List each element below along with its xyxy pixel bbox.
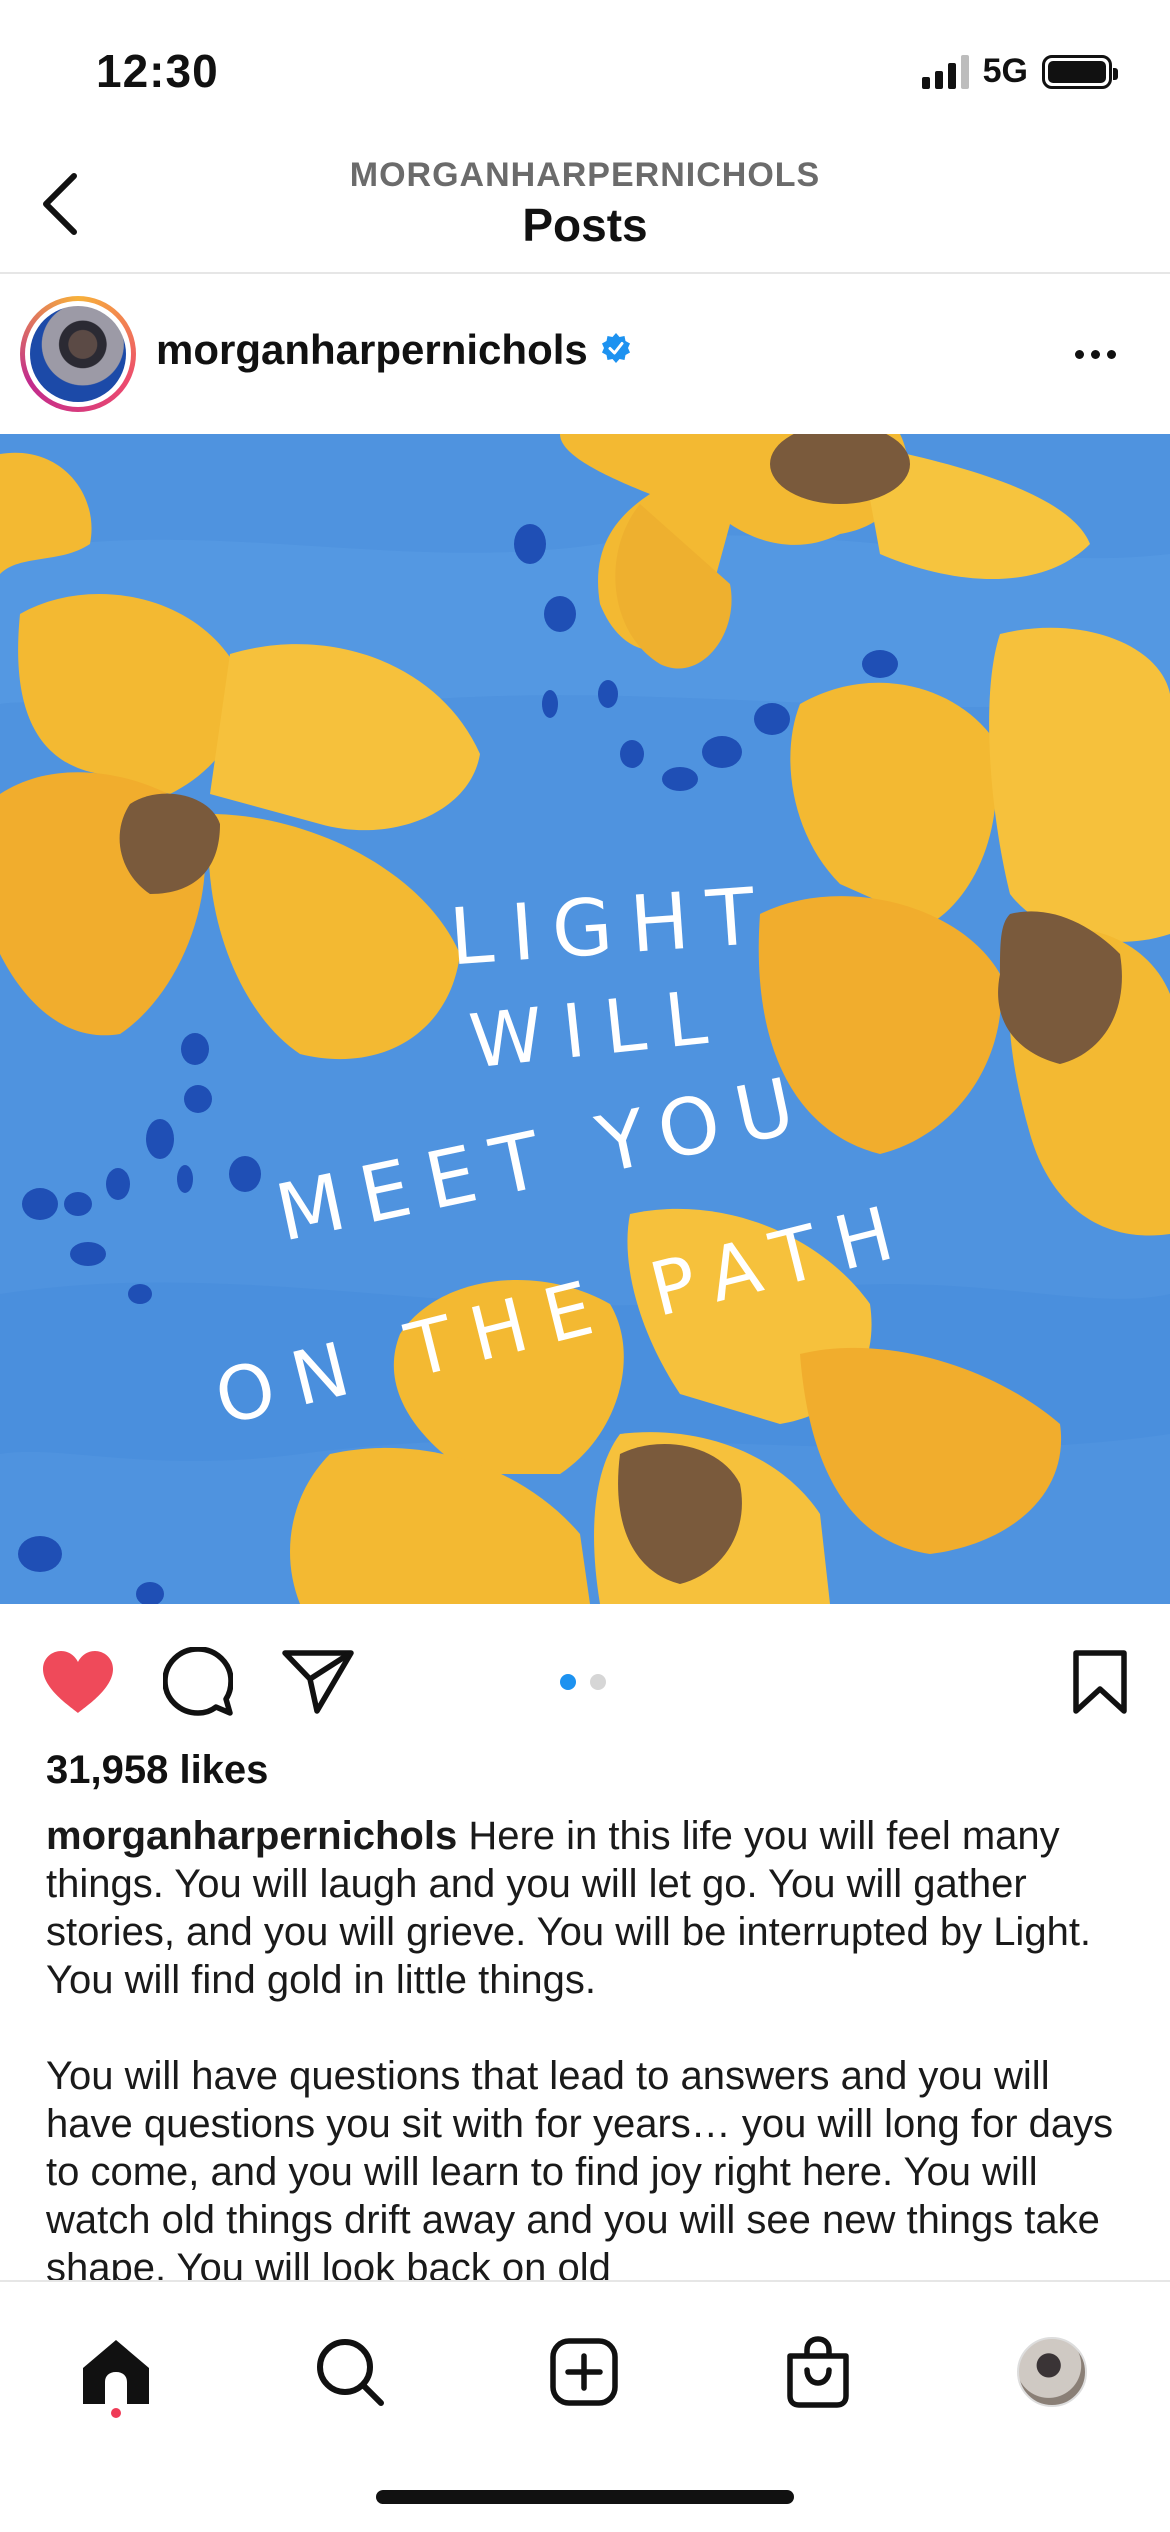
share-button[interactable] (278, 1642, 358, 1722)
status-bar: 12:30 5G (0, 0, 1170, 140)
save-button[interactable] (1060, 1642, 1140, 1722)
avatar[interactable] (20, 296, 136, 412)
verified-badge-icon (602, 333, 630, 363)
active-tab-dot (111, 2408, 121, 2418)
page-header: MORGANHARPERNICHOLS Posts (0, 140, 1170, 274)
header-subtitle: MORGANHARPERNICHOLS (349, 156, 821, 194)
post-actions (0, 1604, 1170, 1744)
nav-shop[interactable] (768, 2322, 868, 2422)
more-options-button[interactable] (1060, 324, 1130, 384)
profile-avatar (1017, 2337, 1087, 2407)
nav-search[interactable] (300, 2322, 400, 2422)
battery-icon (1042, 54, 1118, 89)
post-username[interactable]: morganharpernichols (156, 326, 588, 374)
caption-username[interactable]: morganharpernichols (46, 1814, 457, 1858)
send-icon (282, 1650, 354, 1714)
post-caption: morganharpernichols Here in this life yo… (46, 1812, 1126, 2280)
post-image[interactable]: LIGHT WILL MEET YOU ON THE PATH (0, 434, 1170, 1604)
caption-text-2: You will have questions that lead to ans… (46, 2054, 1114, 2280)
carousel-dot-active (560, 1674, 576, 1690)
comment-button[interactable] (158, 1642, 238, 1722)
nav-home[interactable] (66, 2322, 166, 2422)
home-icon (83, 2340, 149, 2404)
search-icon (317, 2339, 384, 2406)
nav-profile[interactable] (1002, 2322, 1102, 2422)
shop-icon (787, 2336, 849, 2408)
nav-create[interactable] (534, 2322, 634, 2422)
signal-icon (921, 54, 969, 89)
network-label: 5G (982, 52, 1028, 90)
page-title: Posts (522, 199, 648, 251)
post-illustration: LIGHT WILL MEET YOU ON THE PATH (0, 434, 1170, 1604)
heart-filled-icon (43, 1651, 113, 1713)
status-time: 12:30 (96, 45, 219, 97)
carousel-dot (590, 1674, 606, 1690)
post-header: morganharpernichols (0, 276, 1170, 434)
likes-count[interactable]: 31,958 likes (46, 1748, 268, 1793)
like-button[interactable] (38, 1642, 118, 1722)
carousel-indicator (560, 1674, 606, 1690)
bookmark-icon (1073, 1650, 1127, 1714)
home-indicator (376, 2490, 794, 2504)
comment-icon (163, 1647, 233, 1716)
status-indicators: 5G (921, 52, 1118, 91)
create-icon (550, 2338, 618, 2406)
